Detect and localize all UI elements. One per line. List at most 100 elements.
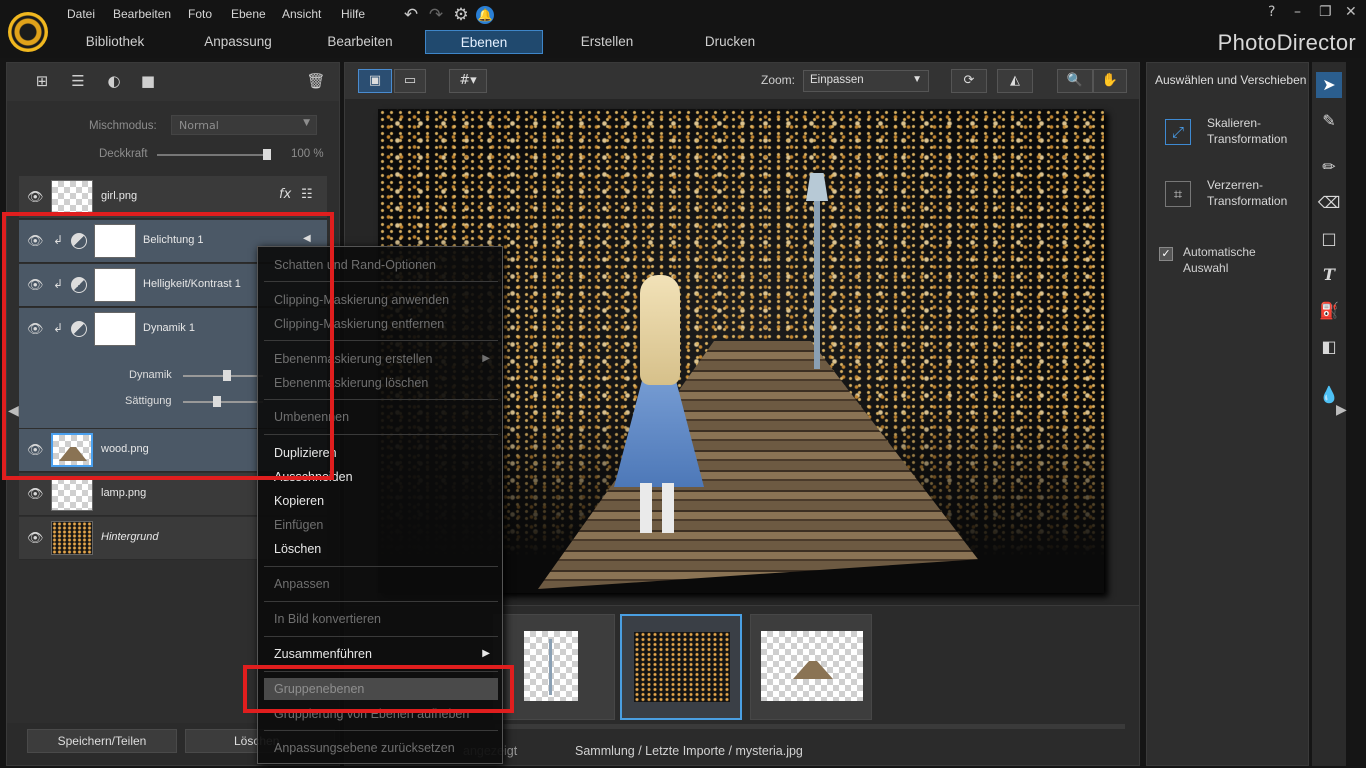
eraser-tool-icon[interactable]: ⌫ [1316,190,1342,216]
menu-hilfe[interactable]: Hilfe [341,7,365,21]
lamp-thumbnail-shape [549,639,552,695]
menu-item-copy[interactable]: Kopieren [264,490,498,512]
film-thumbnail [761,631,863,701]
eye-icon[interactable]: 👁 [27,531,44,546]
menu-separator [264,730,498,731]
zoom-value: Einpassen [810,74,864,86]
auto-select-checkbox[interactable]: ✓ [1159,247,1173,261]
notification-bell-icon[interactable]: 🔔 [476,6,494,24]
distort-transform-option[interactable]: ⌗ Verzerren- Transformation [1159,171,1304,219]
submenu-arrow-icon: ▶ [482,648,490,659]
hand-tool-icon[interactable]: ✋ [1093,69,1127,93]
rotate-icon[interactable]: ⟳ [951,69,987,93]
flip-icon[interactable]: ◭ [997,69,1033,93]
scale-transform-label: Skalieren- Transformation [1207,115,1287,147]
menu-bearbeiten[interactable]: Bearbeiten [113,7,171,21]
menu-separator [264,566,498,567]
layer-properties-icon[interactable]: ☰ [67,72,89,92]
tab-bibliothek[interactable]: Bibliothek [70,30,160,54]
auto-select-label: Automatische Auswahl [1183,244,1256,276]
distort-transform-icon: ⌗ [1165,181,1191,207]
girl-legs [640,483,674,533]
layer-settings-icon[interactable]: ☷ [301,187,313,202]
layer-name: lamp.png [101,487,147,499]
highlight-box-layers [2,212,334,480]
layers-toolbar: ⊞ ☰ ◐ ■ 🗑 [7,63,339,101]
menu-datei[interactable]: Datei [67,7,95,21]
help-button[interactable]: ? [1268,4,1275,20]
minimize-button[interactable]: – [1294,4,1301,20]
tab-anpassung[interactable]: Anpassung [193,30,283,54]
redo-icon[interactable]: ↷ [426,5,446,25]
rectangle-tool-icon[interactable]: □ [1316,226,1342,252]
chevron-down-icon: ▼ [912,74,922,85]
eye-icon[interactable]: 👁 [27,487,44,502]
paint-bucket-tool-icon[interactable]: ⛽ [1316,298,1342,324]
menu-ansicht[interactable]: Ansicht [282,7,321,21]
menu-item-convert-to-image[interactable]: In Bild konvertieren [264,608,498,630]
undo-icon[interactable]: ↶ [401,5,421,25]
opacity-slider-thumb[interactable] [263,149,271,160]
scale-transform-option[interactable]: ⤢ Skalieren- Transformation [1159,109,1304,157]
opacity-label: Deckkraft [99,148,148,160]
layer-thumbnail [51,477,93,511]
trash-icon[interactable]: 🗑 [305,72,327,92]
adjustment-layer-icon[interactable]: ◐ [103,72,125,92]
tab-drucken[interactable]: Drucken [685,30,775,54]
layer-thumbnail [51,180,93,214]
app-logo-icon [8,12,48,52]
menu-item-adjust[interactable]: Anpassen [264,573,498,595]
tools-sidebar: ➤ ✎ ✏ ⌫ □ T ⛽ ◧ 💧 ▶ [1312,62,1347,766]
tab-ebenen[interactable]: Ebenen [425,30,543,54]
lamp-post [814,189,820,369]
film-item-mysteria[interactable] [620,614,742,720]
canvas-toolbar: ▣ ▭ #▾ Zoom: Einpassen ▼ ⟳ ◭ 🔍 ✋ [345,63,1139,99]
film-thumbnail [634,632,730,702]
menu-foto[interactable]: Foto [188,7,212,21]
mask-icon[interactable]: ■ [137,72,159,92]
gradient-tool-icon[interactable]: ◧ [1316,334,1342,360]
opacity-slider[interactable] [157,154,269,156]
scale-transform-line1: Skalieren- [1207,116,1262,130]
filmstrip-scrollbar[interactable] [495,724,1125,729]
brush-select-tool-icon[interactable]: ✎ [1316,108,1342,134]
tab-erstellen[interactable]: Erstellen [562,30,652,54]
menu-item-label: Zusammenführen [274,647,372,661]
menu-item-delete[interactable]: Löschen [264,538,498,560]
menu-item-reset-adjustment[interactable]: Anpassungsebene zurücksetzen [264,737,498,759]
eye-icon[interactable]: 👁 [27,190,44,205]
close-button[interactable]: ✕ [1345,4,1357,20]
save-share-button[interactable]: Speichern/Teilen [27,729,177,753]
menu-item-merge[interactable]: Zusammenführen ▶ [264,643,498,665]
pencil-tool-icon[interactable]: ✏ [1316,154,1342,180]
select-move-tool-icon[interactable]: ➤ [1316,72,1342,98]
tab-bearbeiten[interactable]: Bearbeiten [315,30,405,54]
blend-mode-select[interactable]: Normal ▼ [171,115,317,135]
distort-transform-line2: Transformation [1207,194,1288,208]
single-view-button[interactable]: ▣ [358,69,392,93]
tool-title: Auswählen und Verschieben [1155,73,1307,87]
right-panel-collapse-icon[interactable]: ▶ [1336,402,1347,418]
menu-ebene[interactable]: Ebene [231,7,266,21]
layer-thumbnail [51,521,93,555]
new-layer-icon[interactable]: ⊞ [31,72,53,92]
girl-hair [640,275,680,385]
opacity-value: 100 % [291,148,324,160]
zoom-select[interactable]: Einpassen ▼ [803,70,929,92]
zoom-tool-icon[interactable]: 🔍 [1057,69,1093,93]
photodirector-window: Datei Bearbeiten Foto Ebene Ansicht Hilf… [0,0,1366,768]
restore-button[interactable]: ❐ [1319,4,1332,20]
scale-transform-icon: ⤢ [1165,119,1191,145]
layer-name: girl.png [101,190,138,202]
text-tool-icon[interactable]: T [1316,262,1342,288]
fx-icon[interactable]: fx [279,187,291,202]
grid-button[interactable]: #▾ [449,69,487,93]
distort-transform-line1: Verzerren- [1207,178,1264,192]
distort-transform-label: Verzerren- Transformation [1207,177,1287,209]
top-bar: Datei Bearbeiten Foto Ebene Ansicht Hilf… [0,0,1366,58]
compare-view-button[interactable]: ▭ [394,69,426,93]
menu-item-paste[interactable]: Einfügen [264,514,498,536]
settings-gear-icon[interactable]: ⚙ [451,5,471,25]
auto-select-line2: Auswahl [1183,261,1229,275]
film-item-wood[interactable] [750,614,872,720]
